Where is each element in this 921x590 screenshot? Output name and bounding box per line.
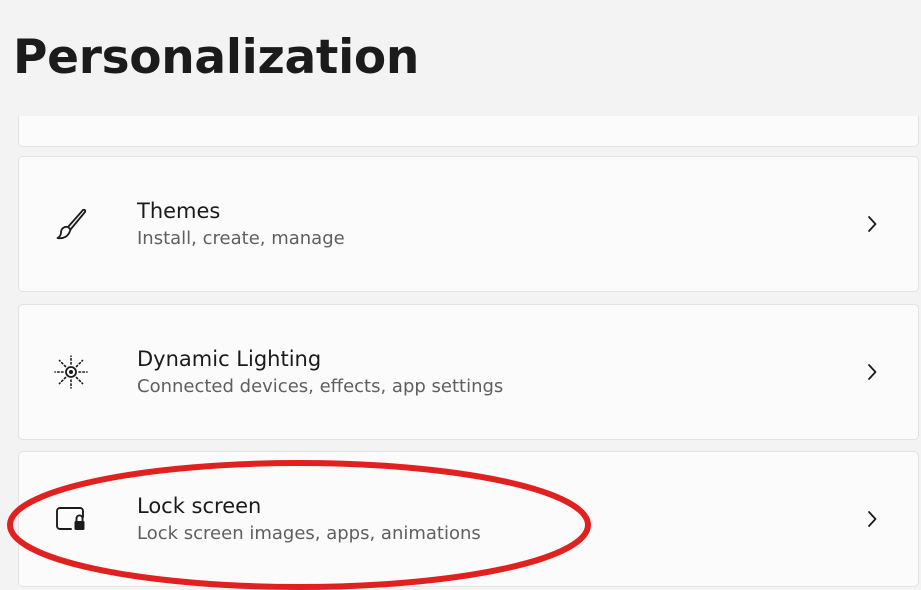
chevron-right-icon: [864, 362, 880, 382]
dynamic-lighting-icon: [54, 355, 88, 389]
settings-card-partial[interactable]: [18, 116, 919, 147]
settings-item-text: Lock screen Lock screen images, apps, an…: [137, 491, 481, 547]
settings-item-themes[interactable]: Themes Install, create, manage: [18, 156, 919, 292]
chevron-right-icon: [864, 509, 880, 529]
page-title: Personalization: [13, 30, 420, 85]
settings-item-text: Dynamic Lighting Connected devices, effe…: [137, 344, 503, 400]
settings-item-title: Lock screen: [137, 494, 262, 518]
chevron-right-icon: [864, 214, 880, 234]
settings-item-title: Themes: [137, 199, 221, 223]
paintbrush-icon: [54, 207, 88, 241]
lock-screen-icon: [54, 502, 88, 536]
settings-item-lock-screen[interactable]: Lock screen Lock screen images, apps, an…: [18, 451, 919, 587]
settings-window: Personalization Themes Install, create, …: [0, 0, 921, 590]
settings-item-dynamic-lighting[interactable]: Dynamic Lighting Connected devices, effe…: [18, 304, 919, 440]
settings-item-title: Dynamic Lighting: [137, 347, 322, 371]
settings-item-subtitle: Connected devices, effects, app settings: [137, 376, 504, 397]
settings-item-subtitle: Lock screen images, apps, animations: [137, 523, 481, 544]
settings-list: Themes Install, create, manage Dynamic L…: [0, 116, 921, 590]
settings-item-text: Themes Install, create, manage: [137, 196, 345, 252]
settings-item-subtitle: Install, create, manage: [137, 228, 345, 249]
